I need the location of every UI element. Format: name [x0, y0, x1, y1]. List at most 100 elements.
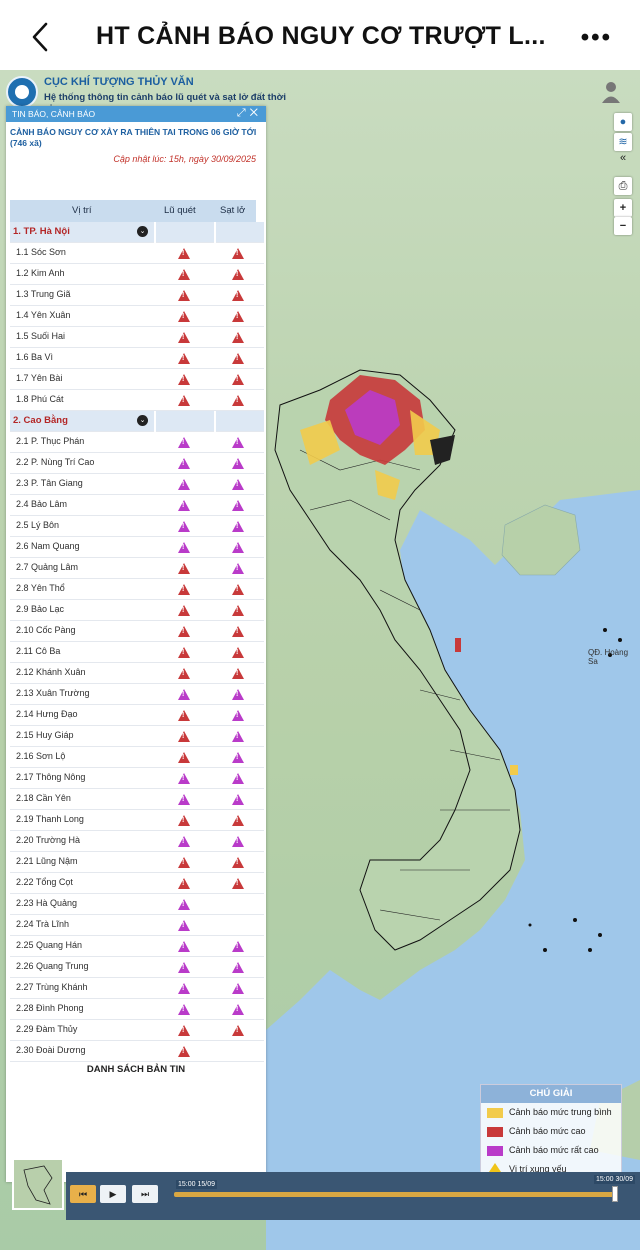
column-divider [214, 222, 216, 243]
island-label: QĐ. Hoàng Sa [588, 648, 629, 666]
table-row[interactable]: 2.12 Khánh Xuân [10, 663, 264, 684]
chevron-down-icon[interactable]: ⌄ [137, 226, 148, 237]
info-icon[interactable]: ● [614, 113, 632, 131]
column-divider [154, 411, 156, 432]
table-row[interactable]: 2.18 Cần Yên [10, 789, 264, 810]
alert-table[interactable]: 1. TP. Hà Nội ⌄ 1.1 Sóc Sơn 1.2 Kim Anh 1.3 … [10, 222, 264, 1062]
landslide-warning-icon [232, 248, 244, 259]
table-row[interactable]: 2.17 Thông Nông [10, 768, 264, 789]
landslide-warning-icon [232, 710, 244, 721]
table-row[interactable]: 1.7 Yên Bài [10, 369, 264, 390]
commune-name: 2.13 Xuân Trường [16, 688, 90, 698]
table-row[interactable]: 2.4 Bảo Lâm [10, 495, 264, 516]
legend-label: Cảnh báo mức cao [509, 1126, 586, 1136]
table-row[interactable]: 1.4 Yên Xuân [10, 306, 264, 327]
commune-name: 2.26 Quang Trung [16, 961, 89, 971]
flash-flood-warning-icon [178, 941, 190, 952]
table-row[interactable]: 2.10 Cốc Pàng [10, 621, 264, 642]
landslide-warning-icon [232, 290, 244, 301]
landslide-warning-icon [232, 983, 244, 994]
commune-name: 1.6 Ba Vì [16, 352, 54, 362]
table-row[interactable]: 2.14 Hưng Đạo [10, 705, 264, 726]
table-row[interactable]: 2.19 Thanh Long [10, 810, 264, 831]
commune-name: 1.1 Sóc Sơn [16, 247, 66, 257]
table-row[interactable]: 2.21 Lũng Nậm [10, 852, 264, 873]
commune-name: 1.3 Trung Giã [16, 289, 71, 299]
commune-name: 2.7 Quảng Lâm [16, 562, 79, 572]
landslide-warning-icon [232, 773, 244, 784]
collapse-icon[interactable]: « [614, 149, 632, 167]
table-row[interactable]: 2.3 P. Tân Giang [10, 474, 264, 495]
forward-button[interactable]: ⏭ [132, 1185, 158, 1203]
flash-flood-warning-icon [178, 584, 190, 595]
table-row[interactable]: 2.1 P. Thục Phán [10, 432, 264, 453]
table-row[interactable]: 2.11 Cô Ba [10, 642, 264, 663]
rewind-button[interactable]: ⏮ [70, 1185, 96, 1203]
table-row[interactable]: 2.7 Quảng Lâm [10, 558, 264, 579]
bulletin-list-link[interactable]: DANH SÁCH BẢN TIN [6, 1064, 266, 1075]
panel-bar: TIN BÁO, CẢNH BÁO ⤢✕ [6, 106, 266, 122]
commune-name: 2.8 Yên Thổ [16, 583, 65, 593]
print-icon[interactable]: ⎙ [614, 177, 632, 195]
table-row[interactable]: 2.30 Đoài Dương [10, 1041, 264, 1062]
table-row[interactable]: 1.3 Trung Giã [10, 285, 264, 306]
panel-title: CẢNH BÁO NGUY CƠ XẢY RA THIÊN TAI TRONG … [10, 127, 257, 148]
flash-flood-warning-icon [178, 1004, 190, 1015]
flash-flood-warning-icon [178, 878, 190, 889]
table-row[interactable]: 2.16 Sơn Lộ [10, 747, 264, 768]
table-row[interactable]: 2.29 Đàm Thủy [10, 1020, 264, 1041]
landslide-warning-icon [232, 962, 244, 973]
province-row[interactable]: 1. TP. Hà Nội ⌄ [10, 222, 264, 243]
landslide-warning-icon [232, 563, 244, 574]
timeline-handle[interactable] [612, 1186, 618, 1202]
table-row[interactable]: 2.6 Nam Quang [10, 537, 264, 558]
panel-controls[interactable]: ⤢✕ [237, 107, 262, 120]
play-button[interactable]: ▶ [100, 1185, 126, 1203]
overview-minimap[interactable] [12, 1158, 64, 1210]
commune-name: 2.22 Tổng Cọt [16, 877, 73, 887]
commune-name: 2.5 Lý Bôn [16, 520, 60, 530]
flash-flood-warning-icon [178, 269, 190, 280]
zoom-out-button[interactable]: − [614, 217, 632, 235]
agency-logo [6, 76, 38, 108]
commune-name: 1.8 Phú Cát [16, 394, 64, 404]
table-row[interactable]: 1.6 Ba Vì [10, 348, 264, 369]
user-icon[interactable] [600, 80, 622, 104]
table-row[interactable]: 1.8 Phú Cát [10, 390, 264, 411]
flash-flood-warning-icon [178, 311, 190, 322]
flash-flood-warning-icon [178, 920, 190, 931]
table-row[interactable]: 2.25 Quang Hán [10, 936, 264, 957]
map-view[interactable]: QĐ. Hoàng Sa CỤC KHÍ TƯỢNG THỦY VĂN Hệ t… [0, 70, 640, 1250]
table-row[interactable]: 2.24 Trà Lĩnh [10, 915, 264, 936]
table-row[interactable]: 1.2 Kim Anh [10, 264, 264, 285]
timeline-track[interactable] [174, 1192, 616, 1197]
flash-flood-warning-icon [178, 752, 190, 763]
table-row[interactable]: 2.23 Hà Quảng [10, 894, 264, 915]
table-row[interactable]: 2.27 Trùng Khánh [10, 978, 264, 999]
commune-name: 2.9 Bảo Lạc [16, 604, 65, 614]
table-row[interactable]: 2.15 Huy Giáp [10, 726, 264, 747]
table-row[interactable]: 2.22 Tổng Cọt [10, 873, 264, 894]
table-row[interactable]: 2.2 P. Nùng Trí Cao [10, 453, 264, 474]
table-row[interactable]: 1.5 Suối Hai [10, 327, 264, 348]
chevron-down-icon[interactable]: ⌄ [137, 415, 148, 426]
table-row[interactable]: 2.5 Lý Bôn [10, 516, 264, 537]
flash-flood-warning-icon [178, 773, 190, 784]
table-row[interactable]: 2.13 Xuân Trường [10, 684, 264, 705]
more-options-icon[interactable]: ••• [581, 24, 612, 52]
col-flash-flood: Lũ quét [164, 205, 196, 216]
table-row[interactable]: 2.9 Bảo Lạc [10, 600, 264, 621]
table-row[interactable]: 2.20 Trường Hà [10, 831, 264, 852]
table-row[interactable]: 1.1 Sóc Sơn [10, 243, 264, 264]
table-row[interactable]: 2.8 Yên Thổ [10, 579, 264, 600]
landslide-warning-icon [232, 857, 244, 868]
update-time: Cập nhật lúc: 15h, ngày 30/09/2025 [113, 154, 256, 164]
back-icon[interactable] [26, 20, 56, 54]
zoom-in-button[interactable]: + [614, 199, 632, 217]
table-row[interactable]: 2.28 Đình Phong [10, 999, 264, 1020]
landslide-warning-icon [232, 794, 244, 805]
province-row[interactable]: 2. Cao Bằng ⌄ [10, 411, 264, 432]
flash-flood-warning-icon [178, 458, 190, 469]
landslide-warning-icon [232, 542, 244, 553]
table-row[interactable]: 2.26 Quang Trung [10, 957, 264, 978]
